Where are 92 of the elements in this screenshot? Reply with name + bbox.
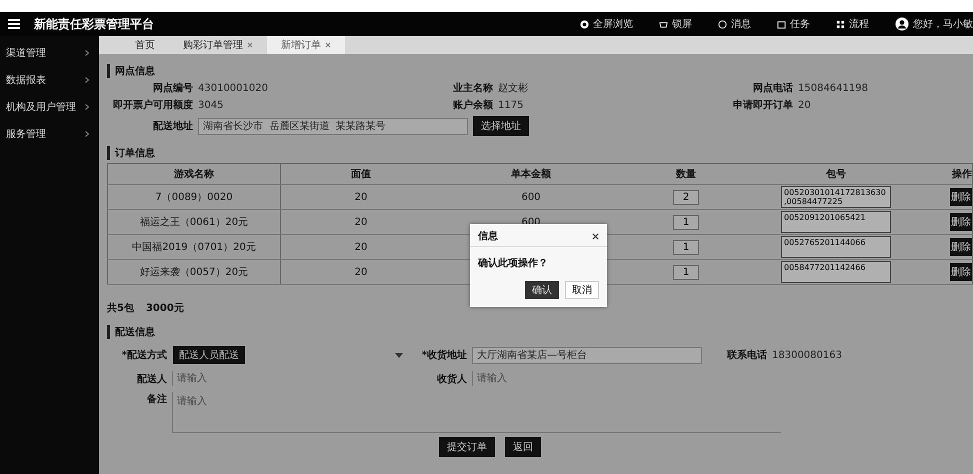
column-header: 包号 xyxy=(751,164,921,184)
field-value: 20 xyxy=(798,100,811,110)
chevron-icon xyxy=(85,77,89,83)
user-menu[interactable]: 您好，马小敏 xyxy=(895,17,973,31)
tab[interactable]: 首页 xyxy=(121,36,169,54)
close-icon[interactable] xyxy=(592,232,599,240)
action-button[interactable]: 提交订单 xyxy=(439,437,495,457)
column-header: 数量 xyxy=(621,164,751,184)
action-button[interactable]: 返回 xyxy=(505,437,541,457)
field-value: 3045 xyxy=(198,100,224,110)
table-cell: 20 xyxy=(280,260,441,284)
field-label: 备注 xyxy=(146,392,167,407)
tab[interactable]: 新增订单 xyxy=(267,36,345,54)
delete-button[interactable]: 删除 xyxy=(950,188,972,206)
field-label: 收货人 xyxy=(436,372,467,386)
field-label: 业主名称 xyxy=(452,81,493,95)
tab[interactable]: 购彩订单管理 xyxy=(169,36,267,54)
courier-field[interactable]: 请输入 xyxy=(172,371,381,386)
sidebar-item[interactable]: 渠道管理 xyxy=(0,40,99,67)
sidebar-item[interactable]: 数据报表 xyxy=(0,67,99,94)
caret-icon xyxy=(395,352,403,358)
sidebar-item[interactable]: 服务管理 xyxy=(0,121,99,148)
field-label: 网点电话 xyxy=(752,82,793,95)
pack-number-field[interactable]: 0052091201065421 xyxy=(781,211,891,233)
pack-count: 共5包 xyxy=(107,302,134,315)
section-title: 订单信息 xyxy=(107,146,973,160)
delete-button[interactable]: 删除 xyxy=(950,213,972,231)
dialog-button[interactable]: 取消 xyxy=(565,281,599,299)
receiver-field[interactable]: 请输入 xyxy=(472,371,681,386)
quantity-field[interactable]: 1 xyxy=(673,214,699,230)
table-cell: 20 xyxy=(280,210,441,234)
menu-icon[interactable] xyxy=(8,19,20,29)
table-cell: 7（0089）0020 xyxy=(108,184,280,210)
section-title: 网点信息 xyxy=(107,64,973,78)
nav-link[interactable]: 锁屏 xyxy=(659,17,692,31)
nav-link[interactable]: 消息 xyxy=(718,17,751,31)
pack-number-field[interactable]: 0052765201144066 xyxy=(781,236,891,258)
table-cell: 中国福2019（0701）20元 xyxy=(108,234,280,260)
chevron-icon xyxy=(85,104,89,110)
sidebar-item[interactable]: 机构及用户管理 xyxy=(0,94,99,121)
table-cell: 20 xyxy=(280,234,441,260)
column-header: 操作 xyxy=(921,164,972,184)
select-address-button[interactable]: 选择地址 xyxy=(473,116,529,136)
pack-number-field[interactable]: 0058477201142466 xyxy=(781,261,891,283)
basket-icon xyxy=(659,20,668,28)
field-label: 配送地址 xyxy=(152,120,193,133)
quantity-field[interactable]: 1 xyxy=(673,264,699,280)
field-value: 1175 xyxy=(498,100,524,110)
nav-link[interactable]: 全屏浏览 xyxy=(580,17,633,31)
pack-number-field[interactable]: 00520301014172813630,00584477225 xyxy=(781,186,891,208)
quantity-field[interactable]: 2 xyxy=(673,190,699,204)
delete-button[interactable]: 删除 xyxy=(950,238,972,256)
record-icon xyxy=(580,20,589,28)
field-label: *配送方式 xyxy=(120,348,167,362)
section-title: 配送信息 xyxy=(107,325,973,339)
field-label: 申请即开订单 xyxy=(732,98,793,112)
field-value: 15084641198 xyxy=(798,82,868,94)
column-header: 面值 xyxy=(280,164,441,184)
field-label: *收货地址 xyxy=(420,348,467,362)
chevron-icon xyxy=(85,131,89,137)
dialog-button[interactable]: 确认 xyxy=(525,281,559,299)
field-label: 即开票户可用额度 xyxy=(112,98,193,112)
avatar-icon xyxy=(895,17,909,31)
field-label: 配送人 xyxy=(136,372,167,386)
quantity-field[interactable]: 1 xyxy=(673,240,699,254)
square-icon xyxy=(777,20,786,28)
note-field[interactable]: 请输入 xyxy=(172,392,781,433)
dialog-message: 确认此项操作？ xyxy=(476,256,549,271)
grid-icon xyxy=(836,20,845,28)
app-title: 新能责任彩票管理平台 xyxy=(34,16,154,32)
column-header: 游戏名称 xyxy=(108,164,280,184)
nav-link[interactable]: 流程 xyxy=(836,17,869,31)
nav-link[interactable]: 任务 xyxy=(777,17,810,31)
field-value: 赵文彬 xyxy=(498,82,528,95)
circle-icon xyxy=(718,20,727,28)
table-cell: 福运之王（0061）20元 xyxy=(108,210,280,234)
dialog-title: 信息 xyxy=(478,230,498,243)
field-value: 43010001020 xyxy=(198,82,268,94)
receive-address-field[interactable]: 大厅湖南省某店—号柜台 xyxy=(472,346,702,364)
table-cell: 20 xyxy=(280,184,441,210)
column-header: 单本金额 xyxy=(441,164,621,184)
field-label: 联系电话 xyxy=(726,348,767,362)
address-field[interactable]: 湖南省长沙市 岳麓区某街道 某某路某号 xyxy=(198,118,468,134)
field-label: 账户余额 xyxy=(452,98,493,112)
table-cell: 好运来袭（0057）20元 xyxy=(108,260,280,284)
field-value: 18300080163 xyxy=(772,350,842,360)
total-amount: 3000元 xyxy=(146,302,184,315)
field-label: 网点编号 xyxy=(152,82,193,95)
delivery-method-select[interactable]: 配送人员配送 xyxy=(172,345,404,365)
delete-button[interactable]: 删除 xyxy=(950,263,972,281)
table-cell: 600 xyxy=(521,192,541,202)
chevron-icon xyxy=(85,50,89,56)
